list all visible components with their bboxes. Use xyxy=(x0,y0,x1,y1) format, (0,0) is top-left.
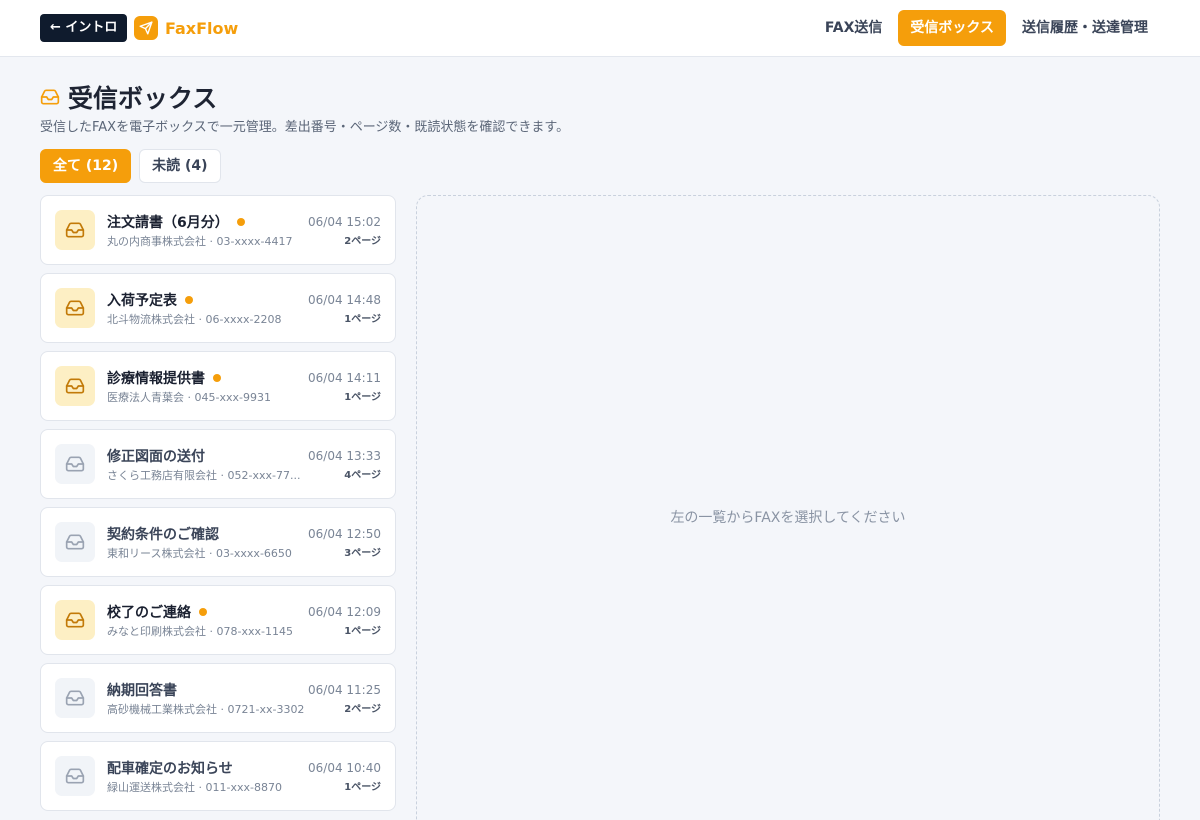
inbox-list: 注文請書（6月分） 丸の内商事株式会社 · 03-xxxx-4417 06/04… xyxy=(40,195,396,819)
item-sender: 医療法人青葉会 · 045-xxx-9931 xyxy=(107,391,271,404)
item-page-count: 3ページ xyxy=(344,548,381,559)
item-title: 入荷予定表 xyxy=(107,293,177,309)
inbox-icon xyxy=(55,288,95,328)
filter-all[interactable]: 全て (12) xyxy=(40,149,132,183)
item-sender: 東和リース株式会社 · 03-xxxx-6650 xyxy=(107,547,292,560)
app-name: FaxFlow xyxy=(165,18,239,38)
unread-dot xyxy=(199,608,207,616)
item-page-count: 4ページ xyxy=(344,470,381,481)
page-header: 受信ボックス 受信したFAXを電子ボックスで一元管理。差出番号・ページ数・既読状… xyxy=(40,80,569,135)
inbox-icon xyxy=(55,756,95,796)
inbox-item-3[interactable]: 診療情報提供書 医療法人青葉会 · 045-xxx-9931 06/04 14:… xyxy=(40,351,396,421)
item-sender: みなと印刷株式会社 · 078-xxx-1145 xyxy=(107,625,293,638)
item-title: 校了のご連絡 xyxy=(107,605,191,621)
inbox-item-5[interactable]: 契約条件のご確認 東和リース株式会社 · 03-xxxx-6650 06/04 … xyxy=(40,507,396,577)
item-page-count: 2ページ xyxy=(344,236,381,247)
item-timestamp: 06/04 12:09 xyxy=(308,605,381,619)
item-timestamp: 06/04 14:11 xyxy=(308,371,381,385)
filter-tabs: 全て (12) 未読 (4) xyxy=(40,149,221,183)
paper-plane-icon xyxy=(134,16,158,40)
item-timestamp: 06/04 14:48 xyxy=(308,293,381,307)
item-sender: さくら工務店有限会社 · 052-xxx-77... xyxy=(107,469,301,482)
item-timestamp: 06/04 10:40 xyxy=(308,761,381,775)
inbox-icon xyxy=(55,600,95,640)
main-nav: FAX送信 受信ボックス 送信履歴・送達管理 xyxy=(813,10,1160,46)
inbox-item-2[interactable]: 入荷予定表 北斗物流株式会社 · 06-xxxx-2208 06/04 14:4… xyxy=(40,273,396,343)
item-title: 納期回答書 xyxy=(107,683,177,699)
app-logo[interactable]: FaxFlow xyxy=(134,16,238,40)
inbox-item-7[interactable]: 納期回答書 高砂機械工業株式会社 · 0721-xx-3302 06/04 11… xyxy=(40,663,396,733)
inbox-icon xyxy=(55,210,95,250)
empty-state-message: 左の一覧からFAXを選択してください xyxy=(670,510,906,526)
item-page-count: 1ページ xyxy=(344,782,381,793)
inbox-item-4[interactable]: 修正図面の送付 さくら工務店有限会社 · 052-xxx-77... 06/04… xyxy=(40,429,396,499)
unread-dot xyxy=(213,374,221,382)
page-title: 受信ボックス xyxy=(68,84,218,113)
inbox-icon xyxy=(55,444,95,484)
item-title: 契約条件のご確認 xyxy=(107,527,219,543)
inbox-item-6[interactable]: 校了のご連絡 みなと印刷株式会社 · 078-xxx-1145 06/04 12… xyxy=(40,585,396,655)
filter-unread[interactable]: 未読 (4) xyxy=(139,149,221,183)
unread-dot xyxy=(236,218,245,226)
nav-inbox[interactable]: 受信ボックス xyxy=(898,10,1006,46)
inbox-icon xyxy=(55,522,95,562)
item-page-count: 1ページ xyxy=(344,626,381,637)
item-sender: 北斗物流株式会社 · 06-xxxx-2208 xyxy=(107,313,282,326)
nav-fax-send[interactable]: FAX送信 xyxy=(813,10,895,46)
item-timestamp: 06/04 15:02 xyxy=(308,215,381,229)
inbox-item-8[interactable]: 配車確定のお知らせ 緑山運送株式会社 · 011-xxx-8870 06/04 … xyxy=(40,741,396,811)
item-timestamp: 06/04 13:33 xyxy=(308,449,381,463)
item-title: 注文請書（6月分） xyxy=(107,215,229,231)
item-sender: 丸の内商事株式会社 · 03-xxxx-4417 xyxy=(107,235,293,248)
item-title: 診療情報提供書 xyxy=(107,371,205,387)
item-page-count: 1ページ xyxy=(344,314,381,325)
item-title: 配車確定のお知らせ xyxy=(107,761,233,777)
item-timestamp: 06/04 12:50 xyxy=(308,527,381,541)
item-timestamp: 06/04 11:25 xyxy=(308,683,381,697)
unread-dot xyxy=(185,296,193,304)
inbox-item-1[interactable]: 注文請書（6月分） 丸の内商事株式会社 · 03-xxxx-4417 06/04… xyxy=(40,195,396,265)
nav-send-history[interactable]: 送信履歴・送達管理 xyxy=(1010,10,1160,46)
inbox-icon xyxy=(40,89,60,105)
item-sender: 高砂機械工業株式会社 · 0721-xx-3302 xyxy=(107,703,305,716)
item-title: 修正図面の送付 xyxy=(107,449,205,465)
inbox-icon xyxy=(55,366,95,406)
fax-detail-pane: 左の一覧からFAXを選択してください xyxy=(416,195,1160,820)
item-sender: 緑山運送株式会社 · 011-xxx-8870 xyxy=(107,781,282,794)
top-bar: ← イントロ FaxFlow FAX送信 受信ボックス 送信履歴・送達管理 xyxy=(0,0,1200,57)
item-page-count: 2ページ xyxy=(344,704,381,715)
intro-back-button[interactable]: ← イントロ xyxy=(40,14,128,42)
page-subtitle: 受信したFAXを電子ボックスで一元管理。差出番号・ページ数・既読状態を確認できま… xyxy=(40,120,570,135)
item-page-count: 1ページ xyxy=(344,392,381,403)
inbox-icon xyxy=(55,678,95,718)
